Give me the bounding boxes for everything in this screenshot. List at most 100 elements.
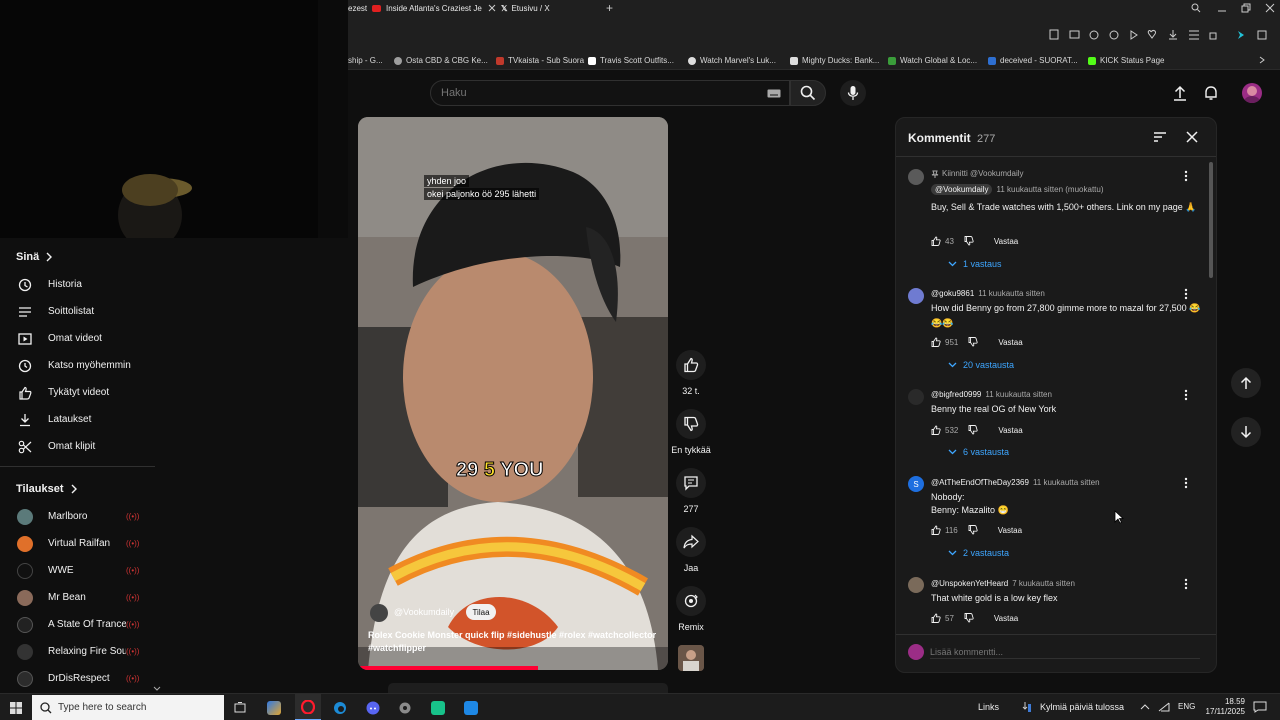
comment-author[interactable]: @UnspokenYetHeard: [931, 579, 1008, 588]
video-description[interactable]: Rolex Cookie Monster quick flip #sidehus…: [368, 629, 658, 655]
thumb-down-icon[interactable]: [968, 525, 978, 535]
subscriptions-section-title[interactable]: Tilaukset: [16, 483, 79, 495]
comments-button[interactable]: [676, 468, 706, 498]
restore-icon[interactable]: [1241, 3, 1251, 13]
dislike-button[interactable]: [676, 409, 706, 439]
bookmark-item[interactable]: Watch Marvel's Luk...: [688, 51, 776, 70]
browser-tab[interactable]: 𝕏 Etusivu / X: [488, 0, 584, 16]
browser-tab[interactable]: Inside Atlanta's Craziest Je: [372, 0, 484, 16]
reply-button[interactable]: Vastaa: [998, 526, 1022, 535]
comment-author[interactable]: @Vookumdaily: [931, 184, 993, 195]
notification-center-icon[interactable]: [1253, 701, 1267, 713]
subscription-item[interactable]: DrDisRespect ((•)): [0, 665, 155, 692]
minimize-icon[interactable]: [1217, 3, 1227, 13]
user-avatar[interactable]: [1242, 83, 1262, 103]
bookmark-item[interactable]: Travis Scott Outfits...: [588, 51, 674, 70]
taskbar-app-opera[interactable]: [295, 694, 321, 720]
reply-button[interactable]: Vastaa: [994, 237, 1018, 246]
remix-button[interactable]: [676, 586, 706, 616]
comment-author[interactable]: @goku9861: [931, 289, 974, 298]
reply-button[interactable]: Vastaa: [998, 426, 1022, 435]
bookmark-item[interactable]: Osta CBD & CBG Ke...: [394, 51, 488, 70]
channel-name[interactable]: @Vookumdaily: [394, 607, 454, 617]
taskbar-app[interactable]: [459, 694, 483, 720]
weather-icon[interactable]: [1020, 701, 1032, 713]
comment-avatar[interactable]: [908, 389, 924, 405]
network-icon[interactable]: [1158, 702, 1170, 712]
reply-button[interactable]: Vastaa: [998, 338, 1022, 347]
taskbar-search[interactable]: Type here to search: [32, 695, 224, 720]
reply-button[interactable]: Vastaa: [994, 614, 1018, 623]
bookmark-item[interactable]: Mighty Ducks: Bank...: [790, 51, 879, 70]
comment-menu-icon[interactable]: [1180, 578, 1192, 590]
view-replies-button[interactable]: 6 vastausta: [948, 447, 1009, 457]
weather-text[interactable]: Kylmiä päiviä tulossa: [1040, 702, 1124, 712]
search-input[interactable]: [441, 85, 761, 101]
new-tab-button[interactable]: +: [606, 0, 620, 16]
next-video-button[interactable]: [1231, 417, 1261, 447]
sound-thumbnail[interactable]: [678, 645, 704, 671]
task-view-button[interactable]: [228, 694, 252, 720]
comment-author[interactable]: @AtTheEndOfTheDay2369: [931, 478, 1029, 487]
close-panel-icon[interactable]: [1186, 131, 1198, 143]
taskbar-links[interactable]: Links: [978, 702, 999, 712]
previous-video-button[interactable]: [1231, 368, 1261, 398]
view-replies-button[interactable]: 1 vastaus: [948, 259, 1002, 269]
comment-avatar[interactable]: [908, 577, 924, 593]
thumb-down-icon[interactable]: [968, 337, 978, 347]
thumb-up-icon[interactable]: [931, 613, 941, 623]
bookmark-item[interactable]: KICK Status Page: [1088, 51, 1164, 70]
browser-tab[interactable]: ezest M: [348, 0, 370, 16]
like-button[interactable]: [676, 350, 706, 380]
start-button[interactable]: [0, 694, 32, 720]
bookmark-item[interactable]: Watch Global & Loc...: [888, 51, 977, 70]
subscription-item[interactable]: A State Of Trance ((•)): [0, 611, 155, 638]
taskbar-app-discord[interactable]: [361, 694, 385, 720]
subscription-item[interactable]: WWE ((•)): [0, 557, 155, 584]
taskbar-app[interactable]: [426, 694, 450, 720]
you-section-title[interactable]: Sinä: [16, 251, 54, 263]
comment-menu-icon[interactable]: [1180, 477, 1192, 489]
sort-icon[interactable]: [1153, 131, 1167, 143]
close-tab-icon[interactable]: [488, 4, 496, 12]
subscription-item[interactable]: Marlboro ((•)): [0, 503, 155, 530]
sidebar-item-my-clips[interactable]: Omat klipit: [0, 433, 155, 460]
share-action[interactable]: Jaa: [670, 527, 712, 573]
search-tabs-icon[interactable]: [1191, 3, 1201, 13]
comments-scrollbar[interactable]: [1209, 162, 1213, 278]
remix-action[interactable]: Remix: [670, 586, 712, 632]
thumb-up-icon[interactable]: [931, 425, 941, 435]
taskbar-app[interactable]: [262, 694, 286, 720]
keyboard-icon[interactable]: [767, 89, 781, 98]
thumb-up-icon[interactable]: [931, 337, 941, 347]
sidebar-item-playlists[interactable]: Soittolistat: [0, 298, 155, 325]
sidebar-item-watch-later[interactable]: Katso myöhemmin: [0, 352, 155, 379]
thumb-down-icon[interactable]: [964, 236, 974, 246]
add-comment-input[interactable]: [930, 645, 1200, 659]
thumb-down-icon[interactable]: [968, 425, 978, 435]
view-replies-button[interactable]: 2 vastausta: [948, 548, 1009, 558]
thumb-up-icon[interactable]: [931, 525, 941, 535]
notifications-bell-icon[interactable]: [1203, 85, 1219, 101]
bookmark-item[interactable]: TVkaista - Sub Suora: [496, 51, 584, 70]
language-indicator[interactable]: ENG: [1178, 702, 1195, 711]
sidebar-item-history[interactable]: Historia: [0, 271, 155, 298]
extension-icons[interactable]: [1048, 29, 1268, 41]
comment-avatar[interactable]: [908, 288, 924, 304]
comment-avatar[interactable]: S: [908, 476, 924, 492]
taskbar-clock[interactable]: 18.59 17/11/2025: [1203, 697, 1245, 717]
sidebar-item-my-videos[interactable]: Omat videot: [0, 325, 155, 352]
subscription-item[interactable]: Relaxing Fire Sou... ((•)): [0, 638, 155, 665]
dislike-action[interactable]: En tykkää: [670, 409, 712, 455]
comment-author[interactable]: @bigfred0999: [931, 390, 981, 399]
bookmark-item[interactable]: deceived - SUORAT...: [988, 51, 1078, 70]
next-video-peek[interactable]: [388, 683, 668, 693]
comment-menu-icon[interactable]: [1180, 288, 1192, 300]
chevron-right-icon[interactable]: [1258, 56, 1266, 64]
short-video-player[interactable]: yhden joo okei paljonko öö 295 lähetti 2…: [358, 117, 668, 670]
comment-avatar[interactable]: [908, 169, 924, 185]
comment-menu-icon[interactable]: [1180, 170, 1192, 182]
sidebar-item-downloads[interactable]: Lataukset: [0, 406, 155, 433]
tray-chevron-up-icon[interactable]: [1140, 703, 1150, 711]
voice-search-button[interactable]: [840, 80, 866, 106]
